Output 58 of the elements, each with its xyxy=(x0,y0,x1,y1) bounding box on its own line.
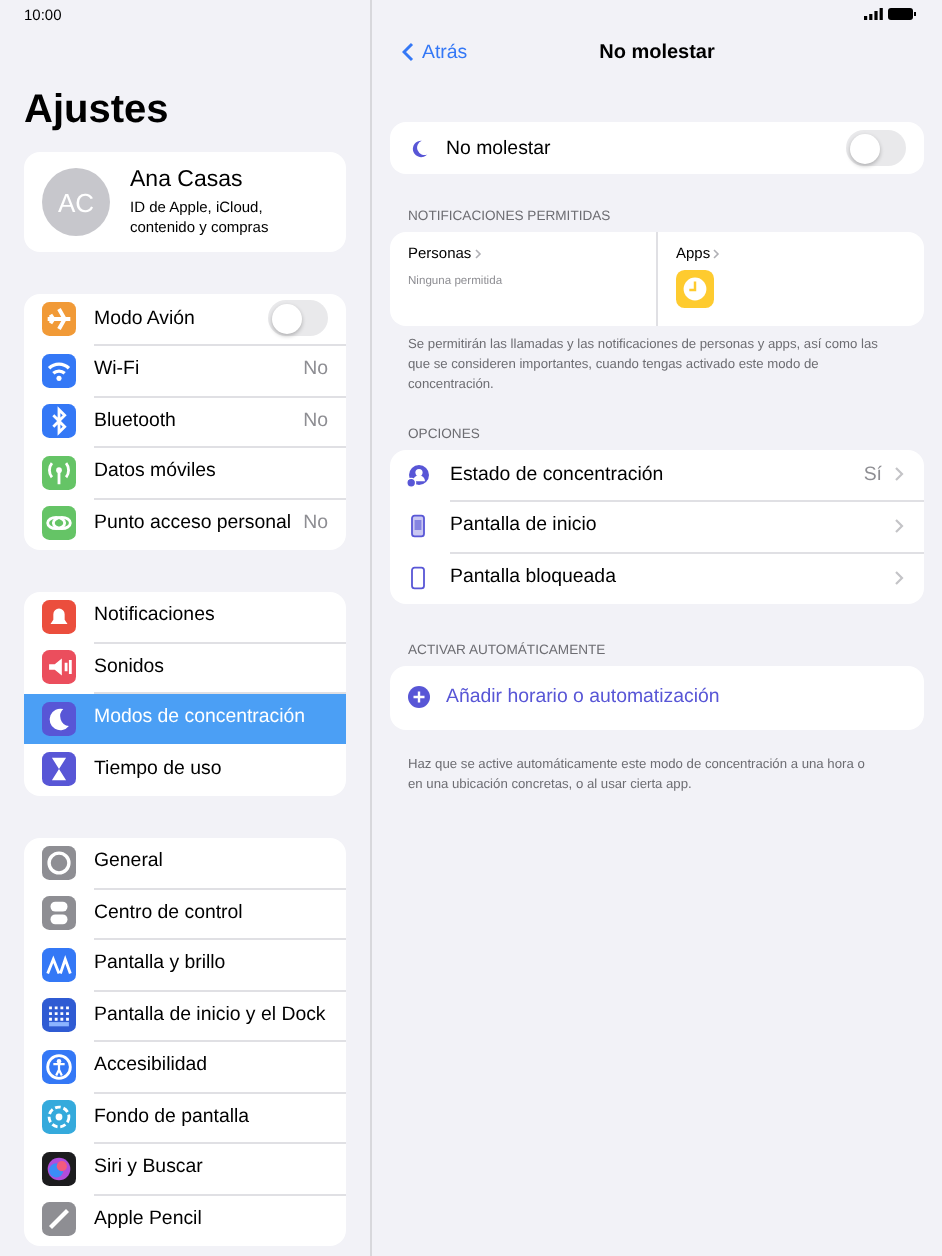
antenna-icon xyxy=(42,455,76,490)
grid-icon xyxy=(42,998,76,1033)
settings-item[interactable]: Centro de control xyxy=(24,888,346,939)
settings-item[interactable]: Notificaciones xyxy=(24,591,346,642)
settings-item[interactable]: Pantalla de inicio y el Dock xyxy=(24,990,346,1041)
airplane-icon xyxy=(42,302,76,337)
option-value: Sí xyxy=(863,463,882,486)
option-row[interactable]: Pantalla de inicio xyxy=(390,501,924,552)
orb-icon xyxy=(42,1151,76,1186)
person-badge-icon xyxy=(406,463,430,488)
moon-icon xyxy=(42,701,76,736)
settings-item[interactable]: Apple Pencil xyxy=(24,1194,346,1245)
focus-label: No molestar xyxy=(446,137,553,159)
nav-title: No molestar xyxy=(599,41,715,63)
settings-item[interactable]: Tiempo de uso xyxy=(24,744,346,795)
chevron-icon xyxy=(473,247,482,259)
page-title: Ajustes xyxy=(24,86,171,136)
switches-icon xyxy=(42,896,76,931)
profile-name: Ana Casas xyxy=(130,167,245,191)
chevron-left-icon xyxy=(402,42,414,62)
add-automation-button[interactable]: Añadir horario o automatización xyxy=(390,665,924,729)
toggle-switch[interactable] xyxy=(268,300,328,337)
phone-icon xyxy=(406,514,430,539)
bluetooth-icon xyxy=(42,404,76,439)
hourglass-icon xyxy=(42,752,76,787)
item-value: No xyxy=(303,512,328,535)
clock-app-icon xyxy=(676,270,714,308)
item-value: No xyxy=(303,358,328,381)
option-row[interactable]: Pantalla bloqueada xyxy=(390,552,924,603)
settings-item[interactable]: Siri y Buscar xyxy=(24,1143,346,1194)
chevron-icon xyxy=(894,466,904,483)
settings-item[interactable]: Modo Avión xyxy=(24,294,346,345)
chevron-icon xyxy=(894,569,904,586)
battery-icon xyxy=(888,8,916,20)
toggle-switch[interactable] xyxy=(846,130,906,166)
option-row[interactable]: Estado de concentración Sí xyxy=(390,450,924,501)
settings-item[interactable]: General xyxy=(24,837,346,888)
pencil-icon xyxy=(42,1202,76,1237)
avatar: AC xyxy=(42,168,110,236)
wifi-icon xyxy=(42,353,76,388)
settings-item[interactable]: Wi-Fi No xyxy=(24,345,346,396)
item-value: No xyxy=(303,409,328,432)
chevron-icon xyxy=(712,247,721,259)
phone-icon xyxy=(406,565,430,590)
settings-item[interactable]: Pantalla y brillo xyxy=(24,939,346,990)
bell-icon xyxy=(42,599,76,634)
moon-icon xyxy=(408,137,430,159)
accessibility-icon xyxy=(42,1049,76,1084)
chevron-icon xyxy=(894,517,904,534)
settings-item[interactable]: Punto acceso personal No xyxy=(24,498,346,549)
settings-item[interactable]: Datos móviles xyxy=(24,447,346,498)
plus-icon xyxy=(408,686,430,708)
settings-item[interactable]: Fondo de pantalla xyxy=(24,1092,346,1143)
signal-icon xyxy=(864,8,884,20)
back-button[interactable]: Atrás xyxy=(390,41,468,63)
speaker-icon xyxy=(42,650,76,685)
settings-item[interactable]: Accesibilidad xyxy=(24,1041,346,1092)
settings-item[interactable]: Bluetooth No xyxy=(24,396,346,447)
